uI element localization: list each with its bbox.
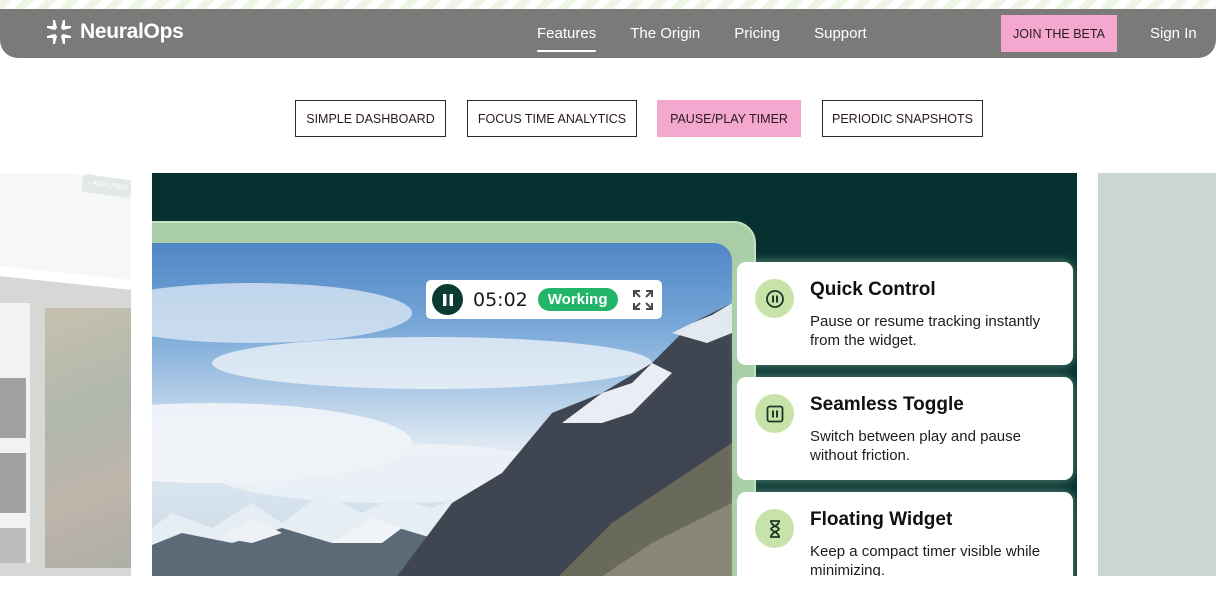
ghost-thumbnail — [0, 528, 26, 563]
ghost-artwork — [45, 308, 131, 568]
pause-circle-icon — [755, 279, 794, 318]
pause-button[interactable] — [432, 284, 463, 315]
sparkle-logo-icon — [47, 20, 71, 44]
feature-description: Switch between play and pause without fr… — [810, 428, 1021, 464]
nav-link-support[interactable]: Support — [797, 9, 884, 58]
tab-focus-time-analytics[interactable]: FOCUS TIME ANALYTICS — [467, 100, 637, 137]
feature-showcase-panel: 05:02 Working Quick Control Pause or res… — [152, 173, 1077, 576]
feature-card-floating-widget: Floating Widget Keep a compact timer vis… — [737, 492, 1073, 576]
join-beta-button[interactable]: JOIN THE BETA — [1001, 15, 1117, 52]
ghost-thumbnail — [0, 378, 26, 438]
sign-in-link[interactable]: Sign In — [1150, 9, 1197, 58]
pause-icon — [442, 293, 453, 306]
hourglass-icon — [755, 509, 794, 548]
feature-title: Quick Control — [810, 279, 936, 300]
expand-icon[interactable] — [632, 289, 654, 311]
feature-title: Floating Widget — [810, 509, 953, 530]
feature-title: Seamless Toggle — [810, 394, 964, 415]
tab-pause-play-timer[interactable]: PAUSE/PLAY TIMER — [657, 100, 801, 137]
feature-tabs: SIMPLE DASHBOARD FOCUS TIME ANALYTICS PA… — [0, 100, 1216, 138]
timer-time: 05:02 — [473, 288, 528, 311]
status-badge: Working — [537, 288, 618, 311]
feature-description: Keep a compact timer visible while minim… — [810, 543, 1041, 576]
nav-links: Features The Origin Pricing Support — [520, 9, 884, 58]
feature-card-seamless-toggle: Seamless Toggle Switch between play and … — [737, 377, 1073, 480]
feature-card-quick-control: Quick Control Pause or resume tracking i… — [737, 262, 1073, 365]
top-navbar: NeuralOps Features The Origin Pricing Su… — [0, 9, 1216, 58]
tab-periodic-snapshots[interactable]: PERIODIC SNAPSHOTS — [822, 100, 983, 137]
previous-slide-preview[interactable]: + ADD USER — [0, 173, 131, 576]
nav-link-pricing[interactable]: Pricing — [717, 9, 797, 58]
next-slide-preview[interactable] — [1098, 173, 1216, 576]
nav-link-features[interactable]: Features — [520, 9, 613, 58]
feature-description: Pause or resume tracking instantly from … — [810, 313, 1041, 349]
brand-logo[interactable]: NeuralOps — [46, 19, 184, 45]
ghost-sidebar — [0, 303, 30, 563]
tab-simple-dashboard[interactable]: SIMPLE DASHBOARD — [295, 100, 446, 137]
pause-square-icon — [755, 394, 794, 433]
floating-timer-widget: 05:02 Working — [426, 280, 662, 319]
nav-link-the-origin[interactable]: The Origin — [613, 9, 717, 58]
brand-name: NeuralOps — [80, 20, 184, 43]
ghost-thumbnail — [0, 453, 26, 513]
